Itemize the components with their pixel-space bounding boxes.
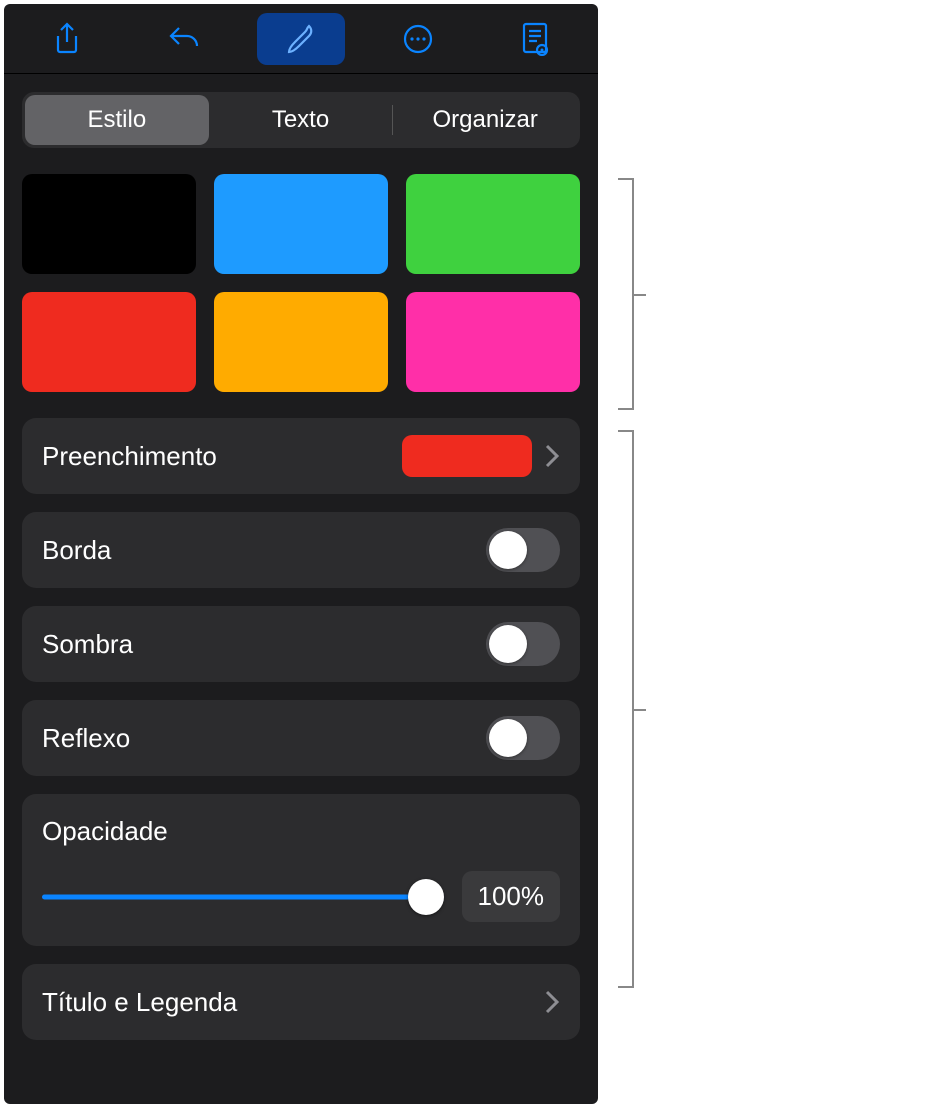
chevron-right-icon xyxy=(544,442,560,470)
swatch-magenta[interactable] xyxy=(406,292,580,392)
tab-label: Estilo xyxy=(87,106,146,134)
tab-label: Organizar xyxy=(432,106,537,134)
callout-bracket xyxy=(614,430,634,988)
share-icon[interactable] xyxy=(23,13,111,65)
tab-label: Texto xyxy=(272,106,329,134)
tab-style[interactable]: Estilo xyxy=(25,95,209,145)
top-toolbar xyxy=(4,4,598,74)
format-panel: Estilo Texto Organizar Preenchimento Bor… xyxy=(4,4,598,1104)
more-icon[interactable] xyxy=(374,13,462,65)
tab-arrange[interactable]: Organizar xyxy=(393,95,577,145)
tab-text[interactable]: Texto xyxy=(209,95,393,145)
swatch-blue[interactable] xyxy=(214,174,388,274)
swatch-black[interactable] xyxy=(22,174,196,274)
shadow-row: Sombra xyxy=(22,606,580,682)
reflection-label: Reflexo xyxy=(42,723,486,754)
border-toggle[interactable] xyxy=(486,528,560,572)
shadow-label: Sombra xyxy=(42,629,486,660)
opacity-slider[interactable] xyxy=(42,883,442,911)
fill-row[interactable]: Preenchimento xyxy=(22,418,580,494)
style-controls: Preenchimento Borda Sombra Reflexo Opaci… xyxy=(22,418,580,1040)
opacity-label: Opacidade xyxy=(42,816,560,847)
reflection-toggle[interactable] xyxy=(486,716,560,760)
tabs-segmented: Estilo Texto Organizar xyxy=(22,92,580,148)
fill-label: Preenchimento xyxy=(42,441,402,472)
title-caption-row[interactable]: Título e Legenda xyxy=(22,964,580,1040)
presenter-notes-icon[interactable] xyxy=(491,13,579,65)
opacity-value[interactable]: 100% xyxy=(462,871,561,922)
reflection-row: Reflexo xyxy=(22,700,580,776)
fill-color-chip xyxy=(402,435,532,477)
format-brush-icon[interactable] xyxy=(257,13,345,65)
undo-icon[interactable] xyxy=(140,13,228,65)
swatch-red[interactable] xyxy=(22,292,196,392)
title-caption-label: Título e Legenda xyxy=(42,987,544,1018)
style-swatch-grid xyxy=(22,174,580,392)
shadow-toggle[interactable] xyxy=(486,622,560,666)
swatch-orange[interactable] xyxy=(214,292,388,392)
border-row: Borda xyxy=(22,512,580,588)
border-label: Borda xyxy=(42,535,486,566)
slider-thumb[interactable] xyxy=(408,879,444,915)
swatch-green[interactable] xyxy=(406,174,580,274)
chevron-right-icon xyxy=(544,988,560,1016)
opacity-block: Opacidade 100% xyxy=(22,794,580,946)
callout-bracket xyxy=(614,178,634,410)
